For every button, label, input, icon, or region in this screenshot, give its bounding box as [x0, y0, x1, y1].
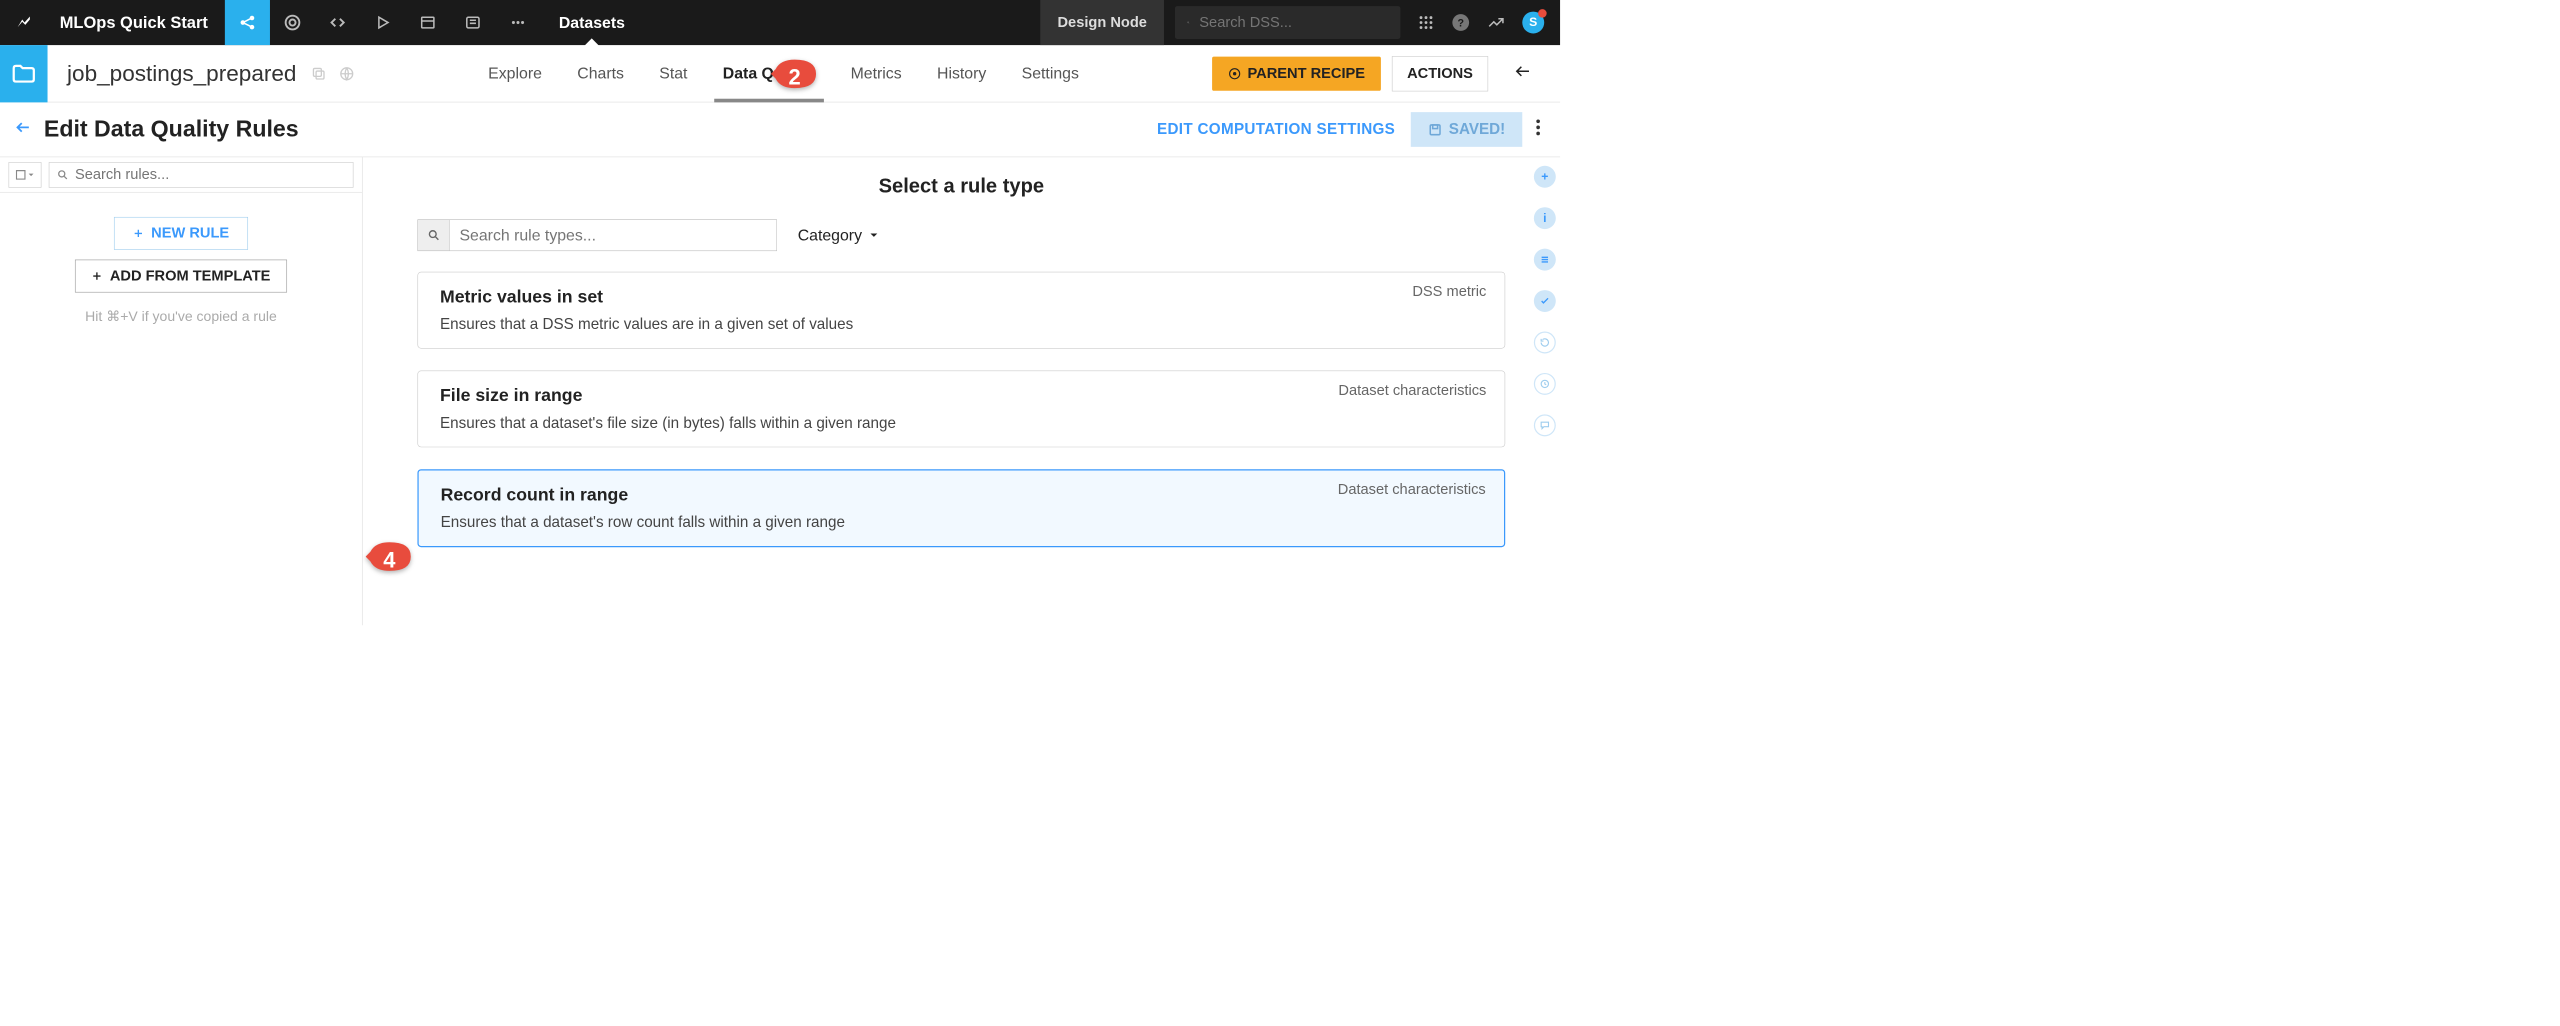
parent-recipe-button[interactable]: PARENT RECIPE: [1212, 56, 1381, 90]
rule-type-search-input[interactable]: [450, 220, 777, 250]
app-logo[interactable]: [0, 0, 48, 45]
select-rule-heading: Select a rule type: [417, 174, 1505, 197]
search-icon: [418, 220, 450, 250]
apps-icon[interactable]: [1417, 14, 1434, 31]
svg-text:?: ?: [1457, 17, 1464, 29]
globe-icon[interactable]: [339, 66, 355, 82]
rule-card-metric-values-in-set[interactable]: DSS metric Metric values in set Ensures …: [417, 272, 1505, 349]
card-title: Metric values in set: [440, 287, 1483, 307]
plus-icon: [133, 228, 144, 239]
card-tag: DSS metric: [1412, 283, 1486, 300]
saved-button[interactable]: SAVED!: [1411, 112, 1522, 147]
callout-4: 4: [366, 540, 414, 580]
card-desc: Ensures that a dataset's row count falls…: [441, 514, 1482, 532]
help-icon[interactable]: ?: [1452, 13, 1470, 31]
checkbox-icon: [16, 170, 26, 180]
main-area: NEW RULE ADD FROM TEMPLATE Hit ⌘+V if yo…: [0, 157, 1560, 625]
rail-add-icon[interactable]: +: [1534, 166, 1556, 188]
play-icon[interactable]: [360, 0, 405, 45]
tab-settings[interactable]: Settings: [1022, 45, 1079, 102]
rules-sidebar: NEW RULE ADD FROM TEMPLATE Hit ⌘+V if yo…: [0, 157, 363, 625]
lifesaver-icon[interactable]: [270, 0, 315, 45]
project-name[interactable]: MLOps Quick Start: [48, 0, 225, 45]
select-all-checkbox[interactable]: [9, 162, 42, 188]
target-icon: [1228, 67, 1241, 80]
card-desc: Ensures that a dataset's file size (in b…: [440, 414, 1483, 432]
flow-icon[interactable]: [225, 0, 270, 45]
card-tag: Dataset characteristics: [1338, 382, 1486, 399]
search-icon: [57, 168, 69, 180]
new-rule-button[interactable]: NEW RULE: [114, 217, 248, 250]
tab-charts[interactable]: Charts: [577, 45, 624, 102]
dataset-name: job_postings_prepared: [48, 61, 312, 87]
copy-hint-text: Hit ⌘+V if you've copied a rule: [85, 302, 277, 325]
rule-card-record-count-in-range[interactable]: Dataset characteristics Record count in …: [417, 469, 1505, 547]
edit-computation-settings-link[interactable]: EDIT COMPUTATION SETTINGS: [1141, 121, 1411, 139]
global-search[interactable]: [1175, 6, 1400, 39]
rules-search-input[interactable]: [75, 166, 346, 183]
code-icon[interactable]: [315, 0, 360, 45]
rule-type-search[interactable]: [417, 219, 777, 251]
dataset-icon[interactable]: [0, 45, 48, 102]
top-bar: MLOps Quick Start Datasets Design Node ?…: [0, 0, 1560, 45]
kebab-icon[interactable]: [1522, 118, 1550, 141]
sub-title: Edit Data Quality Rules: [44, 116, 1141, 142]
more-icon[interactable]: [495, 0, 540, 45]
actions-button[interactable]: ACTIONS: [1392, 56, 1488, 91]
copy-icon[interactable]: [311, 66, 327, 82]
trend-icon[interactable]: [1487, 13, 1505, 31]
card-title: Record count in range: [441, 485, 1482, 505]
rail-chat-icon[interactable]: [1534, 414, 1556, 436]
card-tag: Dataset characteristics: [1338, 481, 1486, 498]
design-node-label[interactable]: Design Node: [1040, 0, 1164, 45]
rail-check-icon[interactable]: [1534, 290, 1556, 312]
tab-statistics[interactable]: Stat: [659, 45, 687, 102]
rail-history-icon[interactable]: [1534, 332, 1556, 354]
right-rail: + i: [1530, 157, 1560, 436]
save-icon: [1428, 122, 1443, 137]
card-desc: Ensures that a DSS metric values are in …: [440, 316, 1483, 334]
callout-2: 2: [771, 57, 819, 97]
rule-type-panel: Select a rule type Category DSS metric M…: [363, 157, 1560, 625]
dashboard-icon[interactable]: [405, 0, 450, 45]
rules-search[interactable]: [49, 162, 354, 188]
rule-card-file-size-in-range[interactable]: Dataset characteristics File size in ran…: [417, 371, 1505, 448]
search-icon: [1187, 15, 1189, 30]
back-arrow-icon[interactable]: [1499, 62, 1547, 85]
user-avatar[interactable]: S: [1522, 12, 1544, 34]
global-search-input[interactable]: [1199, 14, 1388, 31]
tab-explore[interactable]: Explore: [488, 45, 542, 102]
sub-back-arrow[interactable]: [15, 119, 44, 140]
add-from-template-button[interactable]: ADD FROM TEMPLATE: [75, 260, 287, 293]
category-dropdown[interactable]: Category: [798, 226, 878, 245]
sub-header: Edit Data Quality Rules EDIT COMPUTATION…: [0, 102, 1560, 157]
tab-history[interactable]: History: [937, 45, 986, 102]
wiki-icon[interactable]: [450, 0, 495, 45]
chevron-down-icon: [28, 172, 34, 178]
chevron-down-icon: [869, 231, 878, 240]
card-title: File size in range: [440, 386, 1483, 406]
section-datasets[interactable]: Datasets: [541, 0, 644, 45]
tab-metrics[interactable]: Metrics: [851, 45, 902, 102]
rail-list-icon[interactable]: [1534, 249, 1556, 271]
plus-icon: [92, 271, 103, 282]
rail-clock-icon[interactable]: [1534, 373, 1556, 395]
rail-info-icon[interactable]: i: [1534, 207, 1556, 229]
